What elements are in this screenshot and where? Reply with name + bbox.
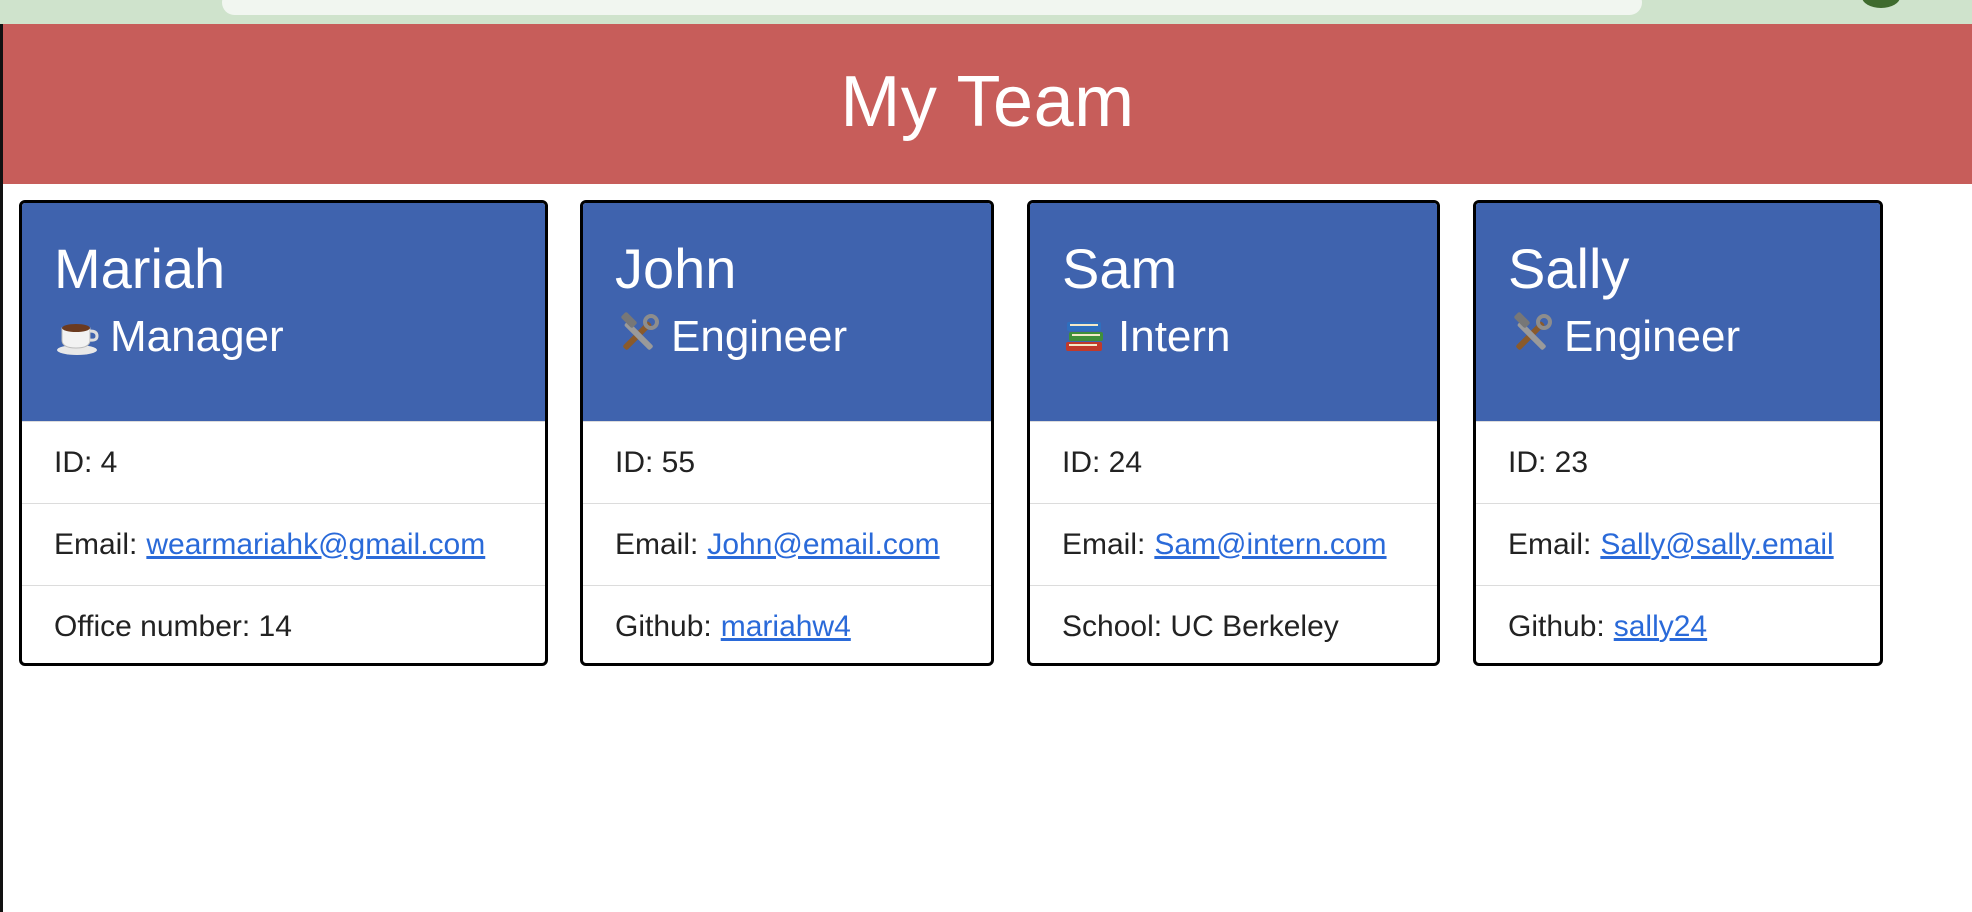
role-label: Engineer	[1564, 312, 1741, 361]
email-link[interactable]: John@email.com	[707, 528, 939, 562]
github-row: Github: mariahw4	[583, 585, 991, 663]
employee-name: Mariah	[54, 237, 226, 300]
github-link[interactable]: mariahw4	[721, 610, 851, 644]
card-header: Sam Intern	[1030, 203, 1437, 421]
tools-icon	[1514, 312, 1552, 350]
coffee-icon	[57, 324, 99, 355]
email-row: Email: Sam@intern.com	[1030, 503, 1437, 585]
office-number-row: Office number: 14	[22, 585, 545, 663]
employee-card-sam: Sam Intern ID: 24 Email: Sam@intern.com …	[1027, 200, 1440, 666]
id-row: ID: 24	[1030, 421, 1437, 503]
employee-name: John	[615, 237, 737, 300]
id-value: ID: 24	[1062, 445, 1143, 479]
employee-card-john: John Engineer ID: 55 Email: John@email.c…	[580, 200, 994, 666]
email-label: Email:	[54, 527, 138, 561]
email-label: Email:	[1508, 527, 1592, 561]
school-value: School: UC Berkeley	[1062, 609, 1339, 643]
employee-card-sally: Sally Engineer ID: 23 Email: Sally@sally…	[1473, 200, 1883, 666]
role-label: Engineer	[671, 312, 848, 361]
employee-name: Sam	[1062, 237, 1178, 300]
employee-name: Sally	[1508, 237, 1630, 300]
id-row: ID: 23	[1476, 421, 1880, 503]
employee-role: Engineer	[615, 309, 991, 365]
role-label: Manager	[110, 312, 284, 361]
id-value: ID: 4	[54, 445, 118, 479]
school-row: School: UC Berkeley	[1030, 585, 1437, 663]
email-link[interactable]: Sam@intern.com	[1154, 528, 1386, 562]
role-label: Intern	[1118, 312, 1231, 361]
github-link[interactable]: sally24	[1614, 610, 1707, 644]
employee-role: Manager	[54, 309, 545, 365]
id-value: ID: 55	[615, 445, 696, 479]
id-row: ID: 4	[22, 421, 545, 503]
books-icon	[1066, 322, 1103, 351]
email-label: Email:	[615, 527, 699, 561]
email-row: Email: John@email.com	[583, 503, 991, 585]
email-row: Email: Sally@sally.email	[1476, 503, 1880, 585]
page-title: My Team	[840, 62, 1135, 142]
office-number-value: Office number: 14	[54, 609, 292, 643]
employee-card-mariah: Mariah Manager ID: 4 Email: wearmariahk@…	[19, 200, 548, 666]
id-value: ID: 23	[1508, 445, 1589, 479]
id-row: ID: 55	[583, 421, 991, 503]
email-label: Email:	[1062, 527, 1146, 561]
employee-role: Engineer	[1508, 309, 1880, 365]
page-header: My Team	[3, 24, 1972, 184]
profile-avatar[interactable]	[1862, 0, 1900, 8]
browser-toolbar	[0, 0, 1972, 24]
email-row: Email: wearmariahk@gmail.com	[22, 503, 545, 585]
github-label: Github:	[615, 609, 712, 643]
github-label: Github:	[1508, 609, 1605, 643]
card-header: John Engineer	[583, 203, 991, 421]
github-row: Github: sally24	[1476, 585, 1880, 663]
employee-role: Intern	[1062, 309, 1437, 365]
card-header: Mariah Manager	[22, 203, 545, 421]
email-link[interactable]: wearmariahk@gmail.com	[146, 528, 485, 562]
card-header: Sally Engineer	[1476, 203, 1880, 421]
email-link[interactable]: Sally@sally.email	[1600, 528, 1833, 562]
tools-icon	[621, 312, 659, 350]
address-bar[interactable]	[222, 0, 1642, 15]
